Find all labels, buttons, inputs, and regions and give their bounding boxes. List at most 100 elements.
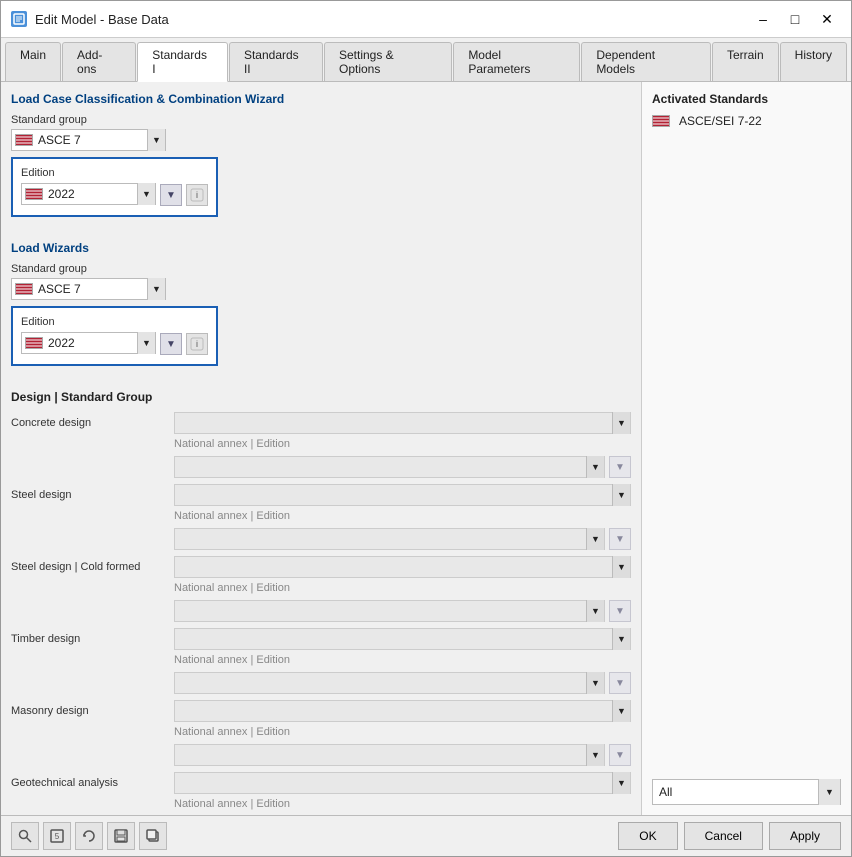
us-flag-lc-ed bbox=[25, 188, 43, 200]
apply-button[interactable]: Apply bbox=[769, 822, 841, 850]
timber-filter-btn[interactable]: ▼ bbox=[609, 672, 631, 694]
activated-standards-title: Activated Standards bbox=[652, 92, 841, 106]
steel-cold-filter-btn[interactable]: ▼ bbox=[609, 600, 631, 622]
masonry-filter-btn[interactable]: ▼ bbox=[609, 744, 631, 766]
minimize-button[interactable]: – bbox=[749, 9, 777, 29]
search-tool-button[interactable] bbox=[11, 822, 39, 850]
load-case-edition-value: 2022 bbox=[46, 187, 137, 201]
tab-dependent-models[interactable]: Dependent Models bbox=[581, 42, 711, 81]
ok-button[interactable]: OK bbox=[618, 822, 677, 850]
tab-standards-i[interactable]: Standards I bbox=[137, 42, 228, 82]
load-case-info-button[interactable]: i bbox=[186, 184, 208, 206]
us-flag-lc bbox=[15, 134, 33, 146]
steel-cold-combo[interactable]: ▼ bbox=[174, 556, 631, 578]
load-case-filter-button[interactable]: ▼ bbox=[160, 184, 182, 206]
concrete-design-combo[interactable]: ▼ bbox=[174, 412, 631, 434]
timber-national-label: National annex | Edition bbox=[174, 654, 631, 666]
close-button[interactable]: ✕ bbox=[813, 9, 841, 29]
load-case-standard-group-row: ASCE 7 ▼ bbox=[11, 129, 631, 153]
all-dropdown-arrow[interactable]: ▼ bbox=[818, 779, 840, 805]
window-controls: – □ ✕ bbox=[749, 9, 841, 29]
masonry-design-label: Masonry design bbox=[11, 700, 166, 717]
steel-design-arrow[interactable]: ▼ bbox=[612, 484, 630, 506]
load-case-title: Load Case Classification & Combination W… bbox=[11, 92, 631, 106]
bottom-bar: 5 OK Cancel Apply bbox=[1, 815, 851, 856]
load-case-standard-group-value: ASCE 7 bbox=[36, 133, 147, 147]
timber-design-combo[interactable]: ▼ bbox=[174, 628, 631, 650]
steel-national-label: National annex | Edition bbox=[174, 510, 631, 522]
concrete-national-arrow[interactable]: ▼ bbox=[586, 456, 604, 478]
timber-national-arrow[interactable]: ▼ bbox=[586, 672, 604, 694]
cancel-button[interactable]: Cancel bbox=[684, 822, 763, 850]
steel-cold-label: Steel design | Cold formed bbox=[11, 556, 166, 573]
save-tool-button[interactable] bbox=[107, 822, 135, 850]
load-case-standard-group-arrow[interactable]: ▼ bbox=[147, 129, 165, 151]
geotechnical-national-label: National annex | Edition bbox=[174, 798, 631, 810]
tab-settings-options[interactable]: Settings & Options bbox=[324, 42, 452, 81]
concrete-national-label: National annex | Edition bbox=[174, 438, 631, 450]
steel-cold-controls: ▼ National annex | Edition ▼ ▼ bbox=[174, 556, 631, 622]
load-wizards-filter-button[interactable]: ▼ bbox=[160, 333, 182, 355]
right-panel-bottom: All ▼ bbox=[652, 779, 841, 805]
load-case-standard-group-label: Standard group bbox=[11, 114, 631, 126]
maximize-button[interactable]: □ bbox=[781, 9, 809, 29]
steel-national-combo[interactable]: ▼ bbox=[174, 528, 605, 550]
masonry-design-arrow[interactable]: ▼ bbox=[612, 700, 630, 722]
steel-filter-btn[interactable]: ▼ bbox=[609, 528, 631, 550]
timber-design-arrow[interactable]: ▼ bbox=[612, 628, 630, 650]
load-wizards-standard-group-row: ASCE 7 ▼ bbox=[11, 278, 631, 302]
load-wizards-standard-group-arrow[interactable]: ▼ bbox=[147, 278, 165, 300]
masonry-design-row: Masonry design ▼ National annex | Editio… bbox=[11, 700, 631, 766]
masonry-national-combo[interactable]: ▼ bbox=[174, 744, 605, 766]
tab-standards-ii[interactable]: Standards II bbox=[229, 42, 323, 81]
masonry-design-combo[interactable]: ▼ bbox=[174, 700, 631, 722]
load-wizards-standard-group-value: ASCE 7 bbox=[36, 282, 147, 296]
concrete-national-combo[interactable]: ▼ bbox=[174, 456, 605, 478]
all-dropdown[interactable]: All ▼ bbox=[652, 779, 841, 805]
svg-text:i: i bbox=[196, 190, 198, 200]
masonry-national-label: National annex | Edition bbox=[174, 726, 631, 738]
steel-national-arrow[interactable]: ▼ bbox=[586, 528, 604, 550]
svg-text:5: 5 bbox=[55, 832, 60, 841]
concrete-filter-btn[interactable]: ▼ bbox=[609, 456, 631, 478]
copy-tool-button[interactable] bbox=[139, 822, 167, 850]
concrete-design-arrow[interactable]: ▼ bbox=[612, 412, 630, 434]
steel-cold-arrow[interactable]: ▼ bbox=[612, 556, 630, 578]
steel-cold-national-arrow[interactable]: ▼ bbox=[586, 600, 604, 622]
geotechnical-row: Geotechnical analysis ▼ National annex |… bbox=[11, 772, 631, 815]
main-content-area: Load Case Classification & Combination W… bbox=[1, 82, 851, 815]
geotechnical-combo[interactable]: ▼ bbox=[174, 772, 631, 794]
steel-cold-national-combo[interactable]: ▼ bbox=[174, 600, 605, 622]
load-case-edition-box: Edition 2022 ▼ ▼ i bbox=[11, 157, 218, 217]
tab-model-parameters[interactable]: Model Parameters bbox=[453, 42, 580, 81]
dialog-buttons: OK Cancel Apply bbox=[618, 822, 841, 850]
counter-tool-button[interactable]: 5 bbox=[43, 822, 71, 850]
steel-cold-national-label: National annex | Edition bbox=[174, 582, 631, 594]
steel-design-row: Steel design ▼ National annex | Edition … bbox=[11, 484, 631, 550]
geotechnical-arrow[interactable]: ▼ bbox=[612, 772, 630, 794]
timber-national-combo[interactable]: ▼ bbox=[174, 672, 605, 694]
right-panel: Activated Standards ASCE/SEI 7-22 All ▼ bbox=[641, 82, 851, 815]
svg-text:i: i bbox=[196, 339, 198, 349]
masonry-national-arrow[interactable]: ▼ bbox=[586, 744, 604, 766]
load-case-edition-combo[interactable]: 2022 ▼ bbox=[21, 183, 156, 205]
load-wizards-edition-box: Edition 2022 ▼ ▼ i bbox=[11, 306, 218, 366]
tab-terrain[interactable]: Terrain bbox=[712, 42, 779, 81]
tab-addons[interactable]: Add-ons bbox=[62, 42, 136, 81]
load-wizards-edition-combo[interactable]: 2022 ▼ bbox=[21, 332, 156, 354]
load-wizards-edition-arrow[interactable]: ▼ bbox=[137, 332, 155, 354]
concrete-design-label: Concrete design bbox=[11, 412, 166, 429]
activated-asce-label: ASCE/SEI 7-22 bbox=[679, 114, 762, 128]
load-case-standard-group-combo[interactable]: ASCE 7 ▼ bbox=[11, 129, 166, 151]
tab-history[interactable]: History bbox=[780, 42, 847, 81]
load-wizards-standard-group-combo[interactable]: ASCE 7 ▼ bbox=[11, 278, 166, 300]
steel-design-combo[interactable]: ▼ bbox=[174, 484, 631, 506]
tab-main[interactable]: Main bbox=[5, 42, 61, 81]
load-wizards-info-button[interactable]: i bbox=[186, 333, 208, 355]
window-title: Edit Model - Base Data bbox=[35, 12, 741, 27]
refresh-tool-button[interactable] bbox=[75, 822, 103, 850]
load-case-edition-arrow[interactable]: ▼ bbox=[137, 183, 155, 205]
main-window: Edit Model - Base Data – □ ✕ Main Add-on… bbox=[0, 0, 852, 857]
steel-design-label: Steel design bbox=[11, 484, 166, 501]
concrete-design-controls: ▼ National annex | Edition ▼ ▼ bbox=[174, 412, 631, 478]
